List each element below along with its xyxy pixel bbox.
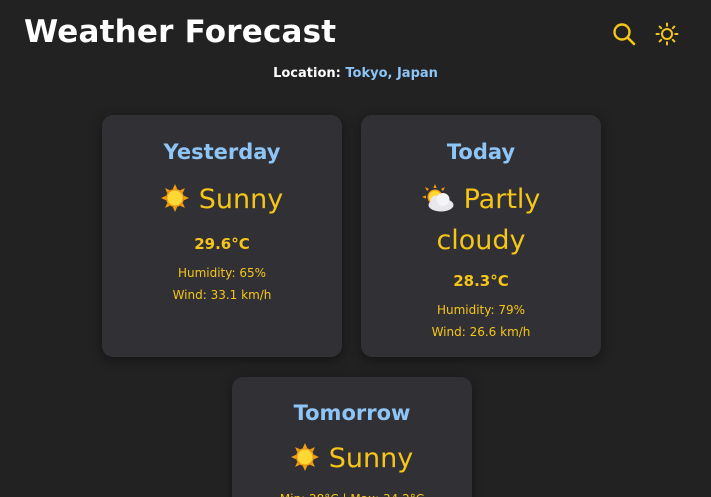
wind: Wind: 26.6 km/h (431, 325, 531, 339)
humidity: Humidity: 65% (177, 266, 267, 280)
temperature: 28.3°C (453, 272, 509, 290)
condition-row: Partly cloudy (361, 181, 601, 259)
search-button[interactable] (612, 22, 636, 46)
forecast-card-tomorrow: Tomorrow Sunny (232, 377, 472, 497)
search-icon (613, 23, 636, 46)
condition-text-line1: Partly (463, 184, 541, 215)
humidity: Humidity: 79% (436, 303, 526, 317)
condition-row: Sunny (232, 440, 472, 481)
card-day-label: Today (446, 140, 516, 164)
card-day-label: Yesterday (163, 140, 281, 164)
location-line: Location: Tokyo, Japan (0, 66, 711, 81)
theme-toggle-button[interactable] (655, 22, 679, 46)
temperature: 29.6°C (194, 235, 250, 253)
condition-text: Sunny (198, 184, 284, 215)
location-label: Location: (273, 66, 341, 81)
wind: Wind: 33.1 km/h (172, 288, 272, 302)
card-day-label: Tomorrow (293, 401, 411, 425)
sun-icon (290, 443, 319, 481)
condition-text-line2: cloudy (436, 225, 526, 256)
weather-page: Weather Forecast Location: Tokyo, Japan … (0, 0, 711, 497)
partly-cloudy-icon (421, 184, 454, 222)
forecast-card-yesterday: Yesterday Sunny 29.6°C Humidity: 65% Win… (102, 115, 342, 357)
location-value: Tokyo, Japan (345, 66, 438, 81)
header-actions (612, 22, 679, 46)
min-max-temperature: Min: 28°C | Max: 34.2°C (232, 489, 472, 497)
forecast-card-today: Today Partly cloudy 28.3°C Humidity: 79%… (361, 115, 601, 357)
condition-text: Sunny (328, 443, 414, 474)
sun-icon (655, 22, 679, 46)
condition-row: Sunny (102, 181, 342, 222)
sun-icon (160, 184, 189, 222)
app-title: Weather Forecast (24, 14, 337, 50)
